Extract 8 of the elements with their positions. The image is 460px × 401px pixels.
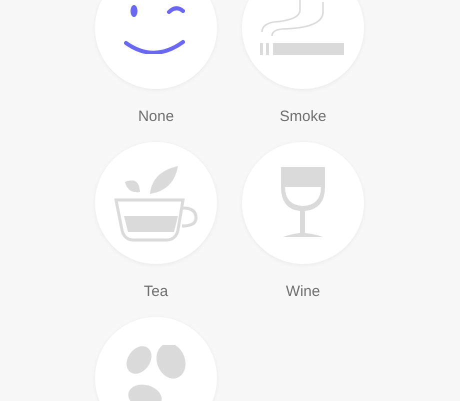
- option-label: None: [138, 107, 174, 127]
- teacup-icon: [114, 164, 198, 242]
- option-label: Smoke: [280, 107, 326, 127]
- winking-face-icon: [124, 2, 188, 54]
- option-label: Tea: [144, 282, 168, 302]
- wine-glass-icon: [279, 167, 327, 239]
- cigarette-icon: [260, 0, 346, 56]
- option-label: Wine: [286, 282, 320, 302]
